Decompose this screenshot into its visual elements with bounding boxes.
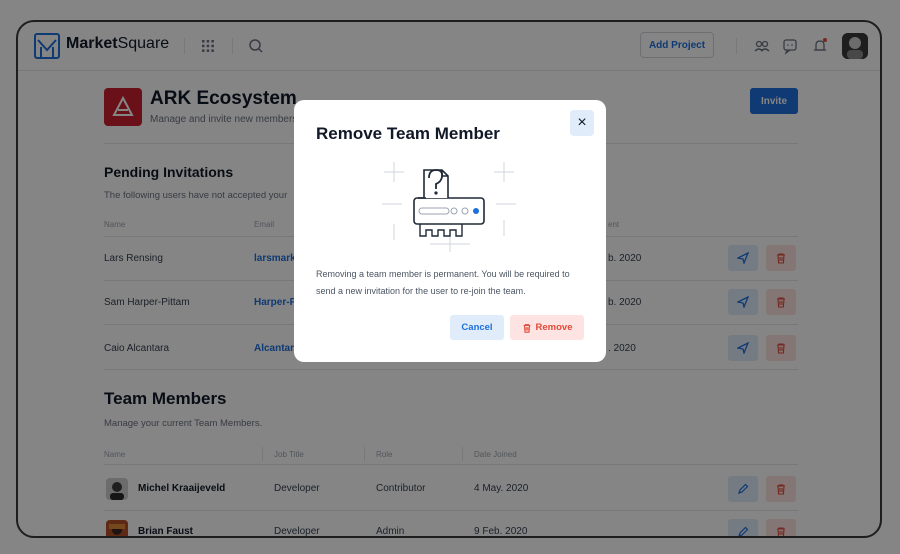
trash-icon xyxy=(523,323,530,333)
remove-team-member-dialog: Remove Team Member × Removing a team mem… xyxy=(294,100,606,362)
remove-illustration-icon xyxy=(382,162,516,252)
remove-button-label: Remove xyxy=(535,322,573,333)
remove-button[interactable]: Remove xyxy=(510,315,584,340)
cancel-button[interactable]: Cancel xyxy=(450,315,504,340)
close-button[interactable]: × xyxy=(570,110,594,136)
dialog-title: Remove Team Member xyxy=(316,124,500,143)
dialog-message: Removing a team member is permanent. You… xyxy=(316,269,570,296)
close-icon: × xyxy=(577,114,587,131)
